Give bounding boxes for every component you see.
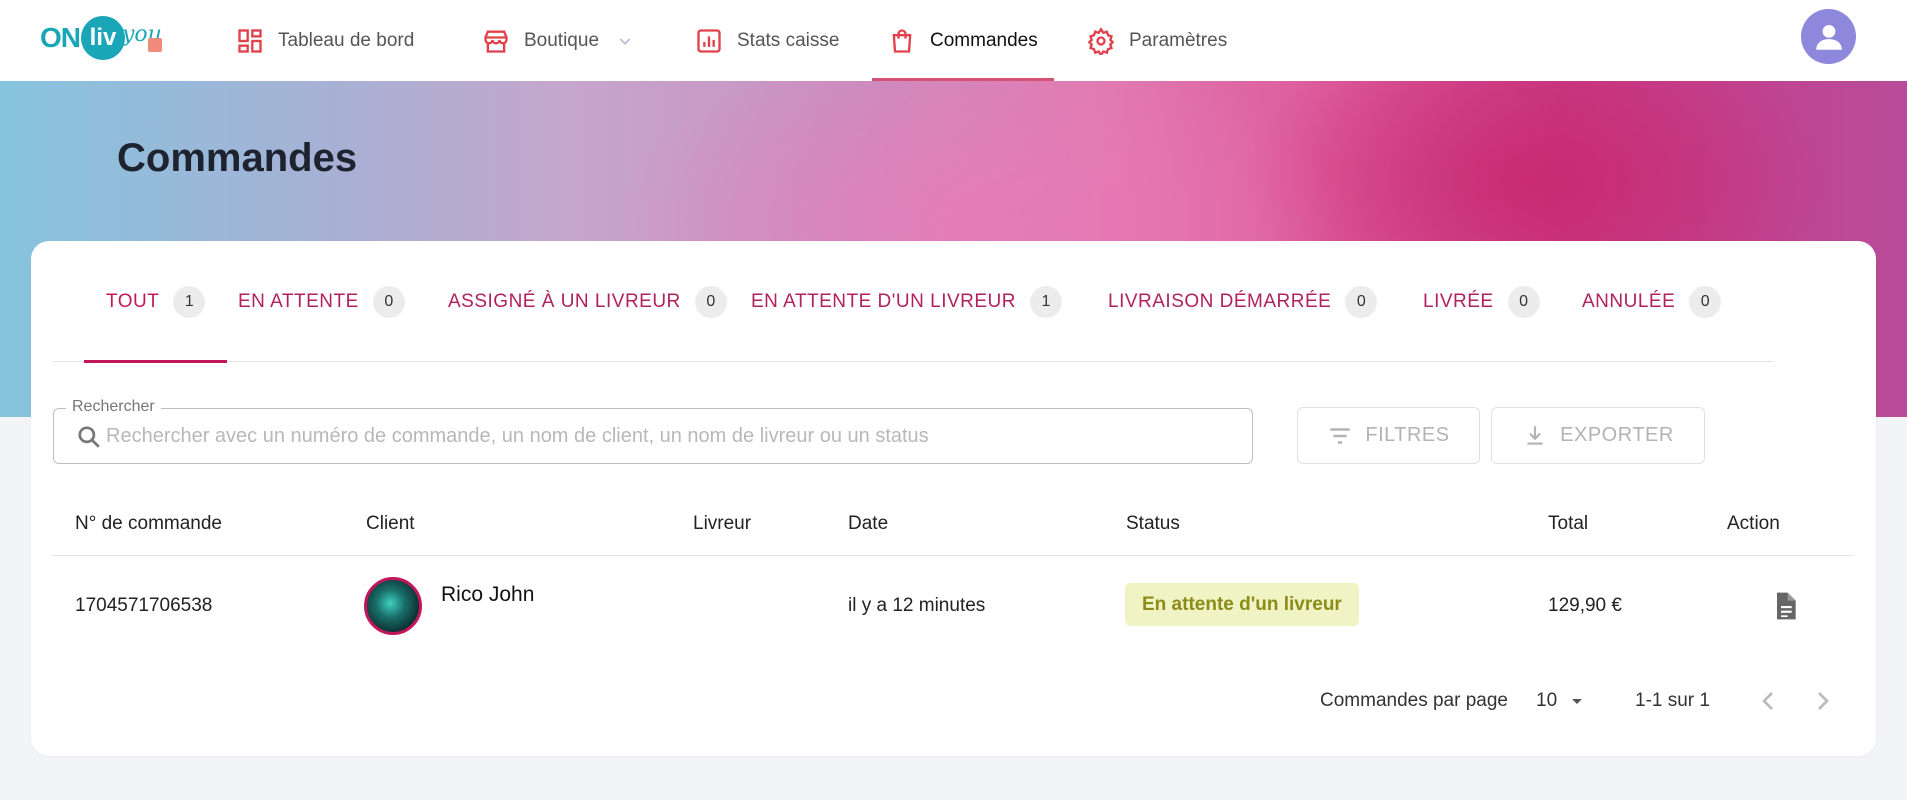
nav-item-settings[interactable]: Paramètres — [1087, 0, 1227, 81]
filters-button-label: FILTRES — [1365, 424, 1450, 446]
page-title: Commandes — [117, 136, 358, 180]
gear-icon — [1087, 26, 1115, 55]
tab-count-badge: 1 — [1029, 285, 1062, 318]
user-avatar-button[interactable] — [1801, 9, 1856, 64]
tab-label: ANNULÉE — [1582, 290, 1676, 312]
client-avatar — [364, 577, 422, 635]
tab-count-badge: 0 — [372, 285, 405, 318]
nav-item-dashboard[interactable]: Tableau de bord — [236, 0, 414, 81]
tab-delivered[interactable]: LIVRÉE 0 — [1423, 241, 1540, 362]
tab-assigned-courier[interactable]: ASSIGNÉ À UN LIVREUR 0 — [448, 241, 727, 362]
chart-icon — [697, 28, 721, 53]
previous-page-icon[interactable] — [1752, 685, 1784, 717]
rows-per-page-value: 10 — [1536, 690, 1558, 711]
user-icon — [1815, 24, 1842, 50]
download-icon — [1527, 425, 1543, 445]
export-button-label: EXPORTER — [1560, 424, 1674, 446]
column-header-total[interactable]: Total — [1548, 491, 1588, 556]
column-header-action: Action — [1727, 512, 1780, 534]
tab-count-badge: 0 — [1689, 285, 1722, 318]
tab-all[interactable]: TOUT 1 — [84, 241, 228, 363]
nav-label-settings: Paramètres — [1129, 29, 1228, 51]
logo-bag-icon — [147, 38, 162, 52]
app-logo[interactable]: ON liv you — [40, 16, 162, 60]
column-header-courier[interactable]: Livreur — [693, 491, 751, 556]
caret-down-icon — [1572, 699, 1583, 704]
client-name-cell: Rico John — [441, 583, 535, 606]
column-header-status[interactable]: Status — [1126, 491, 1180, 556]
logo-text-liv: liv — [81, 16, 125, 60]
export-button[interactable]: EXPORTER — [1491, 407, 1705, 464]
orders-card: TOUT 1 EN ATTENTE 0 ASSIGNÉ À UN LIVREUR… — [31, 241, 1876, 756]
tab-count-badge: 0 — [694, 285, 727, 318]
filters-button[interactable]: FILTRES — [1297, 407, 1480, 464]
column-header-date[interactable]: Date — [848, 491, 888, 556]
status-tabs: TOUT 1 EN ATTENTE 0 ASSIGNÉ À UN LIVREUR… — [53, 241, 1773, 363]
total-cell: 129,90 € — [1548, 595, 1622, 616]
nav-label-dashboard: Tableau de bord — [278, 29, 415, 51]
nav-label-store: Boutique — [524, 29, 600, 51]
search-field: Rechercher — [53, 398, 1253, 464]
chevron-down-icon[interactable] — [617, 33, 633, 49]
rows-per-page-label: Commandes par page — [1320, 690, 1508, 711]
column-header-order-number[interactable]: N° de commande — [75, 491, 222, 556]
tab-label: LIVRÉE — [1423, 290, 1494, 312]
column-header-client[interactable]: Client — [366, 491, 415, 556]
nav-label-cash-stats: Stats caisse — [737, 29, 840, 51]
tab-pending[interactable]: EN ATTENTE 0 — [238, 241, 405, 362]
tab-count-badge: 0 — [1507, 285, 1540, 318]
orders-table-header: N° de commande Client Livreur Date Statu… — [53, 491, 1853, 556]
tab-label: ASSIGNÉ À UN LIVREUR — [448, 290, 681, 312]
store-icon — [484, 30, 508, 53]
filter-icon — [1330, 427, 1351, 444]
table-row[interactable]: 1704571706538 Rico John il y a 12 minute… — [53, 556, 1853, 656]
tab-awaiting-courier[interactable]: EN ATTENTE D'UN LIVREUR 1 — [751, 241, 1062, 362]
search-icon — [78, 426, 100, 448]
tab-label: EN ATTENTE D'UN LIVREUR — [751, 290, 1016, 312]
logo-text-on: ON — [40, 22, 81, 53]
tab-count-badge: 1 — [173, 285, 206, 318]
tab-label: EN ATTENTE — [238, 290, 359, 312]
status-badge: En attente d'un livreur — [1125, 583, 1359, 626]
next-page-icon[interactable] — [1807, 685, 1839, 717]
document-icon[interactable] — [1769, 590, 1801, 622]
nav-item-store[interactable]: Boutique — [482, 0, 633, 81]
search-input[interactable] — [106, 409, 1236, 463]
tab-delivery-started[interactable]: LIVRAISON DÉMARRÉE 0 — [1108, 241, 1378, 362]
tab-label: TOUT — [106, 290, 160, 312]
top-navbar: ON liv you Tableau de bord Boutique Stat… — [0, 0, 1907, 81]
nav-item-cash-stats[interactable]: Stats caisse — [695, 0, 839, 81]
dashboard-icon — [238, 28, 262, 53]
tab-label: LIVRAISON DÉMARRÉE — [1108, 290, 1332, 312]
pagination-range: 1-1 sur 1 — [1635, 690, 1710, 711]
rows-per-page-select[interactable]: 10 — [1536, 681, 1589, 721]
tab-active-indicator — [84, 360, 228, 363]
date-cell: il y a 12 minutes — [848, 595, 986, 616]
order-number-cell: 1704571706538 — [75, 595, 213, 616]
nav-active-indicator — [872, 78, 1054, 81]
tab-count-badge: 0 — [1345, 285, 1378, 318]
tab-cancelled[interactable]: ANNULÉE 0 — [1582, 241, 1722, 362]
nav-label-orders: Commandes — [930, 29, 1038, 51]
nav-item-orders[interactable]: Commandes — [872, 0, 1054, 81]
shopping-bag-icon — [892, 28, 912, 53]
